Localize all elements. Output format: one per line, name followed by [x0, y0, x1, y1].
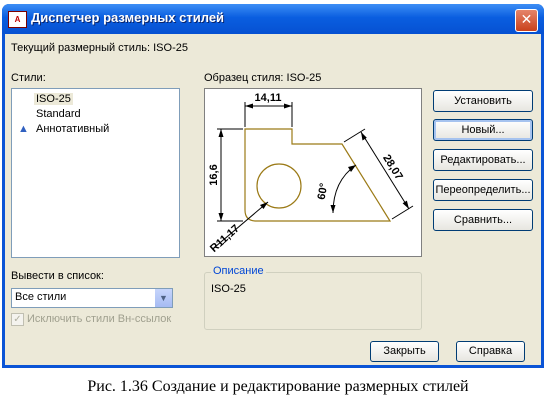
- styles-listbox[interactable]: ISO-25 Standard ▲ Аннотативный: [11, 88, 180, 258]
- style-item-annotative[interactable]: Аннотативный: [36, 123, 109, 135]
- override-style-button[interactable]: Переопределить...: [433, 179, 533, 201]
- annotative-icon: ▲: [18, 123, 29, 135]
- exclude-xref-checkbox[interactable]: ✓: [11, 313, 24, 326]
- help-button[interactable]: Справка: [456, 341, 525, 362]
- description-text: ISO-25: [211, 283, 246, 295]
- part-hole: [256, 163, 302, 209]
- current-style-label: Текущий размерный стиль: ISO-25: [11, 42, 188, 54]
- compare-styles-button[interactable]: Сравнить...: [433, 209, 533, 231]
- figure-caption: Рис. 1.36 Создание и редактирование разм…: [87, 378, 469, 395]
- close-icon[interactable]: ✕: [515, 9, 538, 32]
- chevron-down-icon[interactable]: ▼: [155, 289, 172, 307]
- list-filter-select[interactable]: Все стили ▼: [11, 288, 173, 308]
- dialog-window: A Диспетчер размерных стилей ✕ Текущий р…: [2, 4, 544, 368]
- close-button[interactable]: Закрыть: [370, 341, 439, 362]
- dim-left-text: 16,6: [208, 164, 220, 185]
- new-style-button[interactable]: Новый...: [433, 119, 533, 141]
- style-item-standard[interactable]: Standard: [36, 108, 81, 120]
- title-bar[interactable]: A Диспетчер размерных стилей ✕: [2, 4, 544, 34]
- dialog-body: Текущий размерный стиль: ISO-25 Стили: I…: [5, 34, 541, 365]
- description-legend: Описание: [211, 265, 266, 277]
- dim-right-text: 28,07: [380, 153, 405, 183]
- exclude-xref-label: Исключить стили Вн-ссылок: [27, 313, 172, 325]
- autocad-app-icon: A: [8, 11, 27, 28]
- list-filter-label: Вывести в список:: [11, 270, 104, 282]
- dim-angle-text: 60°: [316, 182, 331, 200]
- dim-radius-text: R11,17: [208, 223, 242, 255]
- description-group: [204, 272, 422, 330]
- dim-top-text: 14,11: [255, 92, 282, 104]
- set-current-button[interactable]: Установить: [433, 90, 533, 112]
- style-preview-panel: 14,11 16,6 28,07 60° R11,17: [204, 88, 422, 257]
- styles-label: Стили:: [11, 72, 46, 84]
- window-title: Диспетчер размерных стилей: [31, 10, 225, 25]
- edit-style-button[interactable]: Редактировать...: [433, 149, 533, 171]
- style-item-iso25[interactable]: ISO-25: [34, 93, 73, 105]
- preview-label: Образец стиля: ISO-25: [204, 72, 322, 84]
- preview-drawing: 14,11 16,6 28,07 60° R11,17: [208, 92, 414, 255]
- list-filter-value: Все стили: [15, 291, 67, 303]
